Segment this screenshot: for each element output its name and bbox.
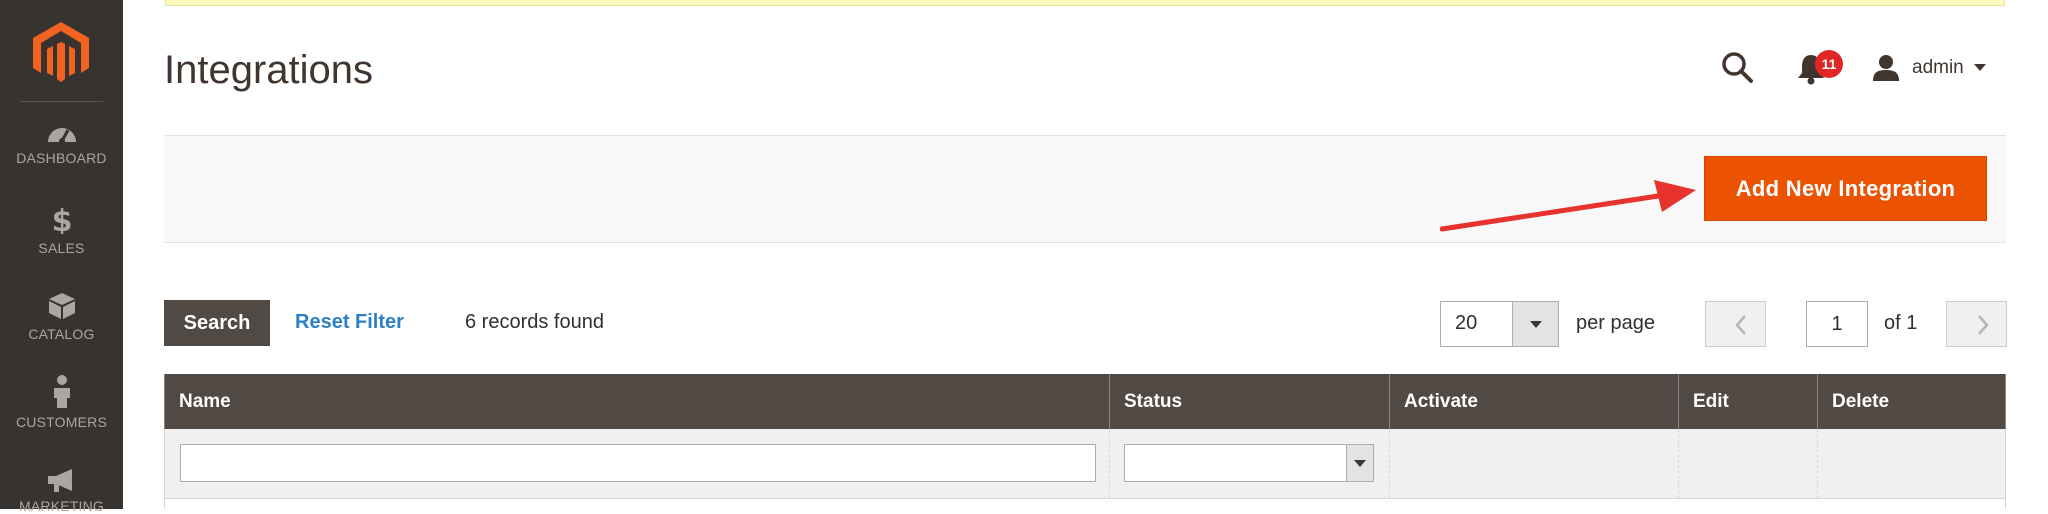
status-dropdown-toggle[interactable] bbox=[1346, 445, 1373, 481]
user-icon bbox=[1873, 55, 1899, 81]
edit-filter-cell bbox=[1679, 429, 1818, 499]
next-page-button[interactable] bbox=[1946, 301, 2007, 347]
dashboard-gauge-icon bbox=[47, 128, 76, 144]
global-search-button[interactable] bbox=[1720, 50, 1754, 84]
column-header-delete: Delete bbox=[1832, 391, 1890, 412]
megaphone-icon bbox=[47, 469, 72, 492]
notifications-count-badge: 11 bbox=[1815, 50, 1843, 78]
column-header-status[interactable]: Status bbox=[1110, 374, 1390, 429]
table-row bbox=[164, 499, 2006, 509]
delete-filter-cell bbox=[1818, 429, 2005, 499]
reset-filter-link[interactable]: Reset Filter bbox=[295, 311, 404, 334]
status-filter-select[interactable] bbox=[1124, 444, 1374, 482]
table-filter-row bbox=[164, 429, 2006, 499]
name-filter-input[interactable] bbox=[180, 444, 1096, 482]
sidebar-item-sales[interactable]: $ SALES bbox=[0, 204, 123, 256]
sidebar-item-label: MARKETING bbox=[18, 498, 105, 514]
status-filter-cell bbox=[1110, 429, 1390, 499]
sidebar-item-marketing[interactable]: MARKETING bbox=[0, 468, 123, 514]
chevron-left-icon bbox=[1735, 315, 1746, 335]
svg-text:$: $ bbox=[51, 204, 72, 234]
sidebar-item-customers[interactable]: CUSTOMERS bbox=[0, 374, 123, 430]
column-header-edit: Edit bbox=[1679, 374, 1818, 429]
integrations-table-header: Name Status Activate Edit Delete bbox=[164, 374, 2006, 429]
column-header-activate: Activate bbox=[1390, 374, 1679, 429]
column-header-name[interactable]: Name bbox=[165, 374, 1110, 429]
sidebar-item-catalog[interactable]: CATALOG bbox=[0, 292, 123, 342]
chevron-down-icon bbox=[1530, 321, 1542, 328]
per-page-value: 20 bbox=[1455, 312, 1478, 334]
sidebar-item-label: CATALOG bbox=[28, 326, 95, 342]
admin-sidebar: DASHBOARD $ SALES CATALOG CUSTOMERS MARK… bbox=[0, 0, 123, 514]
person-icon bbox=[53, 375, 70, 408]
system-message-bar bbox=[165, 0, 2005, 6]
search-button[interactable]: Search bbox=[164, 300, 270, 346]
current-page-input[interactable] bbox=[1806, 301, 1868, 347]
chevron-right-icon bbox=[1978, 315, 1989, 335]
annotation-arrow-icon bbox=[1440, 180, 1696, 232]
dollar-icon: $ bbox=[51, 204, 72, 234]
magento-logo-icon[interactable] bbox=[33, 22, 89, 82]
records-found-count: 6 records found bbox=[465, 311, 604, 333]
name-filter-cell bbox=[165, 429, 1110, 499]
total-pages-label: of 1 bbox=[1884, 312, 1918, 334]
sidebar-item-label: DASHBOARD bbox=[16, 150, 107, 166]
user-name: admin bbox=[1912, 57, 1964, 78]
sidebar-item-dashboard[interactable]: DASHBOARD bbox=[0, 120, 123, 166]
chevron-down-icon bbox=[1354, 460, 1366, 467]
per-page-dropdown-toggle[interactable] bbox=[1512, 302, 1558, 346]
per-page-label: per page bbox=[1576, 312, 1655, 334]
sidebar-item-label: SALES bbox=[38, 240, 85, 256]
sidebar-item-label: CUSTOMERS bbox=[16, 414, 107, 430]
logo-divider bbox=[20, 101, 103, 102]
box-icon bbox=[48, 293, 75, 319]
per-page-select[interactable]: 20 bbox=[1440, 301, 1559, 347]
previous-page-button[interactable] bbox=[1705, 301, 1766, 347]
chevron-down-icon bbox=[1973, 64, 1986, 71]
search-icon bbox=[1722, 52, 1753, 83]
user-account-menu[interactable]: admin bbox=[1872, 53, 1986, 83]
activate-filter-cell bbox=[1390, 429, 1679, 499]
add-new-integration-button[interactable]: Add New Integration bbox=[1704, 156, 1987, 221]
page-title: Integrations bbox=[164, 48, 374, 92]
